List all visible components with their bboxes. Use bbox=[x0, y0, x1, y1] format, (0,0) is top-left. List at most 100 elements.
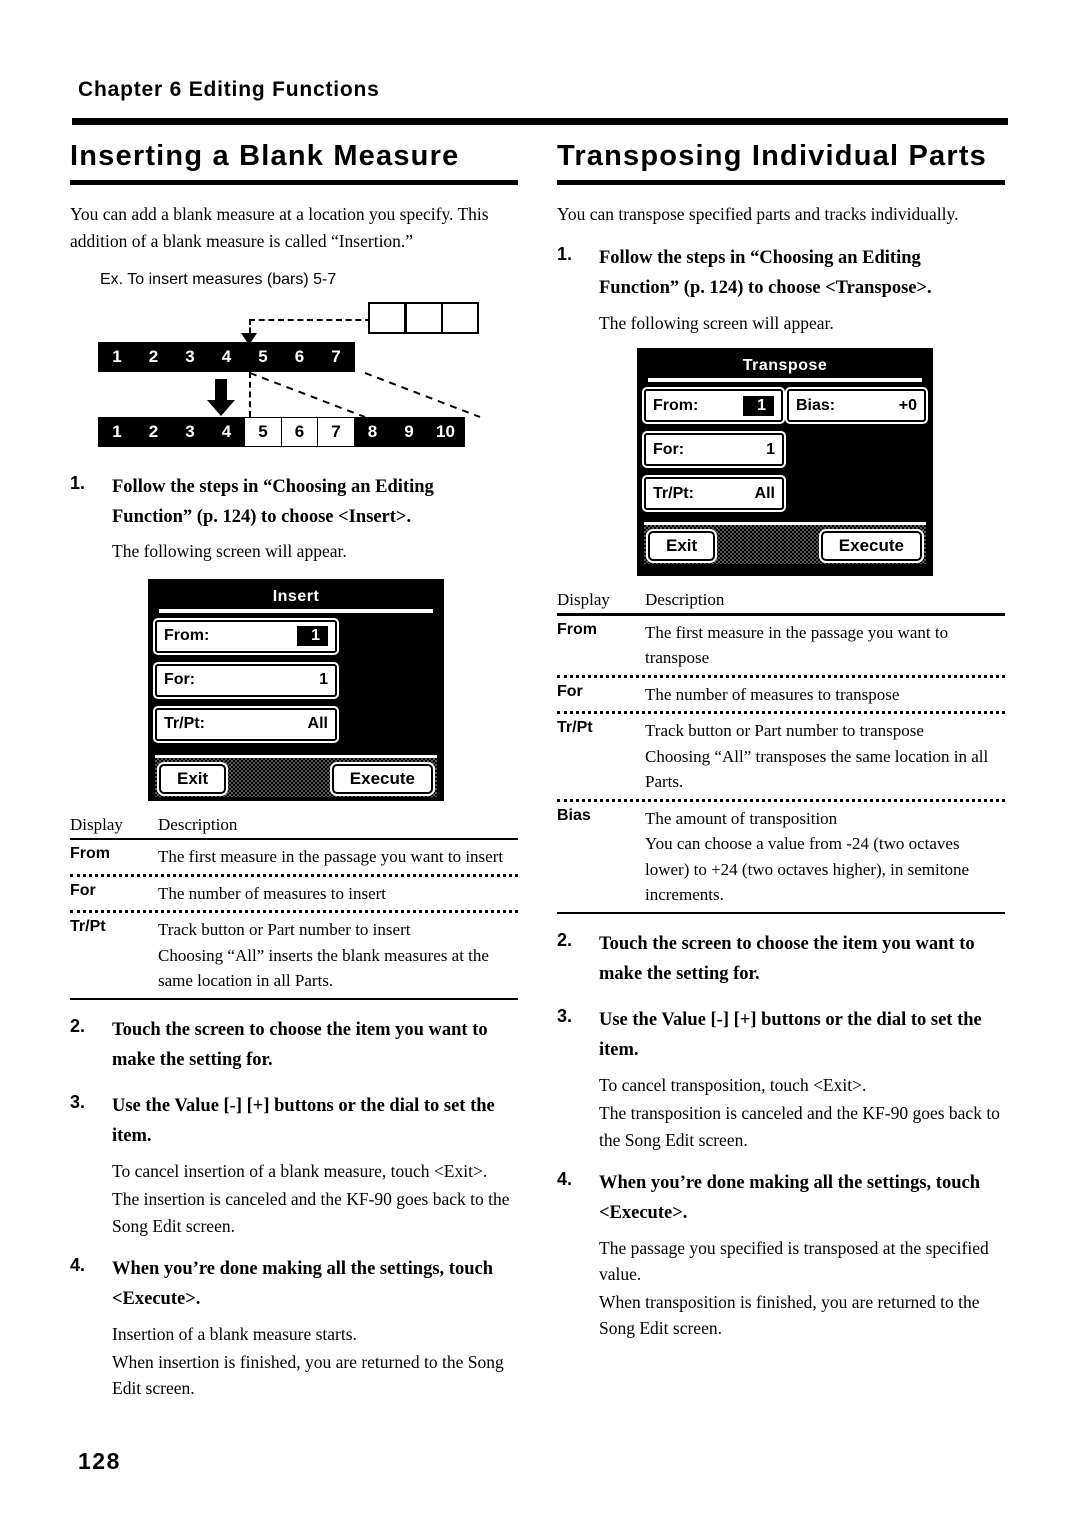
measure-cell: 10 bbox=[426, 416, 465, 447]
right-title-divider bbox=[557, 180, 1005, 186]
left-column: Inserting a Blank Measure You can add a … bbox=[70, 140, 518, 1402]
left-section-title: Inserting a Blank Measure bbox=[70, 140, 460, 172]
row-description: Track button or Part number to transpose… bbox=[645, 721, 989, 792]
inserted-blank-blocks bbox=[368, 301, 479, 334]
exit-button[interactable]: Exit bbox=[156, 761, 229, 796]
step-number: 3. bbox=[70, 1092, 86, 1113]
col-header-description: Description bbox=[645, 590, 725, 610]
step-text: Follow the steps in “Choosing an Editing… bbox=[599, 247, 932, 298]
row-display-label: For bbox=[70, 881, 96, 899]
measure-cell: 2 bbox=[134, 341, 173, 372]
table-row: Tr/Pt Track button or Part number to ins… bbox=[70, 913, 518, 998]
exit-button[interactable]: Exit bbox=[645, 529, 718, 564]
table-row: For The number of measures to insert bbox=[70, 877, 518, 911]
measure-cell: 8 bbox=[353, 416, 392, 447]
blank-block bbox=[404, 301, 443, 334]
execute-button[interactable]: Execute bbox=[818, 529, 925, 564]
row-display-label: Tr/Pt bbox=[557, 719, 593, 737]
row-display-label: From bbox=[70, 845, 110, 863]
lcd-title-underline bbox=[159, 608, 433, 613]
left-step-1: 1. Follow the steps in “Choosing an Edit… bbox=[70, 473, 518, 533]
right-intro-text: You can transpose specified parts and tr… bbox=[557, 204, 959, 225]
lcd-field-label: Tr/Pt: bbox=[653, 484, 694, 502]
row-description: The first measure in the passage you wan… bbox=[158, 847, 504, 867]
measure-cell: 2 bbox=[134, 416, 173, 447]
right-step-3-sub-1: To cancel transposition, touch <Exit>. bbox=[599, 1075, 867, 1095]
col-header-description: Description bbox=[158, 814, 238, 834]
table-bottom-rule bbox=[70, 997, 518, 1001]
row-description: The number of measures to transpose bbox=[645, 684, 900, 704]
lcd-field-value: 1 bbox=[766, 440, 775, 458]
right-step-1-sub: The following screen will appear. bbox=[599, 312, 834, 333]
table-bottom-rule bbox=[557, 911, 1005, 915]
lcd-field-value: All bbox=[754, 484, 775, 502]
measure-cell: 5 bbox=[244, 341, 282, 372]
measure-cell-inserted: 6 bbox=[280, 416, 319, 447]
blank-block bbox=[368, 301, 406, 334]
lcd-field-for[interactable]: For: 1 bbox=[642, 431, 786, 469]
lcd-field-trpt[interactable]: Tr/Pt: All bbox=[642, 475, 786, 513]
left-title-divider bbox=[70, 180, 518, 186]
left-step-4: 4. When you’re done making all the setti… bbox=[70, 1255, 518, 1315]
lcd-fields: From: 1 For: 1 Tr/Pt: All bbox=[153, 617, 437, 743]
measure-cell: 3 bbox=[171, 341, 209, 372]
right-description-table: Display Description From The first measu… bbox=[557, 590, 1005, 915]
lcd-footer-bar: Exit Execute bbox=[644, 522, 926, 565]
right-step-1: 1. Follow the steps in “Choosing an Edit… bbox=[557, 244, 1005, 304]
step-number: 1. bbox=[557, 243, 573, 264]
lcd-footer-bar: Exit Execute bbox=[155, 754, 437, 797]
lcd-field-value: 1 bbox=[319, 671, 328, 689]
measure-cell-inserted: 7 bbox=[317, 416, 355, 447]
step-number: 3. bbox=[557, 1006, 573, 1027]
example-caption: Ex. To insert measures (bars) 5-7 bbox=[100, 270, 337, 288]
lcd-field-from[interactable]: From: 1 bbox=[642, 387, 785, 425]
measure-cell: 6 bbox=[280, 341, 319, 372]
measure-cell: 1 bbox=[98, 341, 136, 372]
lcd-field-from[interactable]: From: 1 bbox=[153, 617, 339, 655]
right-step-4-sub-1: The passage you specified is transposed … bbox=[599, 1237, 989, 1284]
right-step-2: 2. Touch the screen to choose the item y… bbox=[557, 930, 1005, 990]
transpose-lcd-screen[interactable]: Transpose From: 1 Bias: +0 For: 1 Tr/Pt:… bbox=[637, 348, 933, 577]
right-step-3: 3. Use the Value [-] [+] buttons or the … bbox=[557, 1006, 1005, 1066]
lcd-field-trpt[interactable]: Tr/Pt: All bbox=[153, 705, 339, 743]
lcd-field-value: 1 bbox=[743, 395, 774, 416]
right-column: Transposing Individual Parts You can tra… bbox=[557, 140, 1005, 1342]
left-step-3-sub-1: To cancel insertion of a blank measure, … bbox=[112, 1161, 488, 1182]
step-text: Use the Value [-] [+] buttons or the dia… bbox=[112, 1096, 495, 1147]
row-description: The number of measures to insert bbox=[158, 883, 387, 903]
table-header-row: Display Description bbox=[70, 815, 518, 838]
step-text: When you’re done making all the settings… bbox=[112, 1258, 493, 1309]
right-section-title: Transposing Individual Parts bbox=[557, 140, 988, 172]
table-row: From The first measure in the passage yo… bbox=[70, 840, 518, 874]
row-description: The first measure in the passage you wan… bbox=[645, 622, 949, 668]
measure-cell: 7 bbox=[317, 341, 355, 372]
lcd-title-underline bbox=[648, 378, 922, 383]
step-number: 1. bbox=[70, 472, 86, 493]
row-display-label: From bbox=[557, 620, 597, 638]
lcd-field-label: Tr/Pt: bbox=[164, 715, 205, 733]
left-step-2: 2. Touch the screen to choose the item y… bbox=[70, 1016, 518, 1076]
insert-lcd-screen[interactable]: Insert From: 1 For: 1 Tr/Pt: All Exit Ex… bbox=[148, 578, 444, 801]
step-text: Touch the screen to choose the item you … bbox=[112, 1020, 488, 1071]
left-step-4-sub-2: When insertion is finished, you are retu… bbox=[112, 1352, 504, 1399]
insert-measure-diagram: 1 2 3 4 5 6 7 1 2 3 4 5 6 7 8 9 10 bbox=[70, 297, 518, 457]
lcd-field-label: Bias: bbox=[796, 396, 836, 414]
measure-cell: 1 bbox=[98, 416, 136, 447]
left-intro-text: You can add a blank measure at a locatio… bbox=[70, 204, 489, 251]
measures-after-row: 1 2 3 4 5 6 7 8 9 10 bbox=[98, 416, 465, 447]
right-step-3-sub-2: The transposition is canceled and the KF… bbox=[599, 1103, 1000, 1150]
lcd-field-label: For: bbox=[164, 671, 196, 689]
page-number: 128 bbox=[78, 1448, 121, 1474]
lcd-field-for[interactable]: For: 1 bbox=[153, 661, 339, 699]
lcd-field-bias[interactable]: Bias: +0 bbox=[785, 387, 928, 425]
row-display-label: Bias bbox=[557, 806, 591, 824]
step-number: 4. bbox=[557, 1168, 573, 1189]
lcd-fields: From: 1 Bias: +0 For: 1 Tr/Pt: All bbox=[642, 387, 928, 513]
col-header-display: Display bbox=[557, 590, 610, 610]
execute-button[interactable]: Execute bbox=[329, 761, 436, 796]
table-row: For The number of measures to transpose bbox=[557, 678, 1005, 712]
step-text: Touch the screen to choose the item you … bbox=[599, 934, 975, 985]
measure-cell: 4 bbox=[207, 341, 246, 372]
right-step-4-sub-2: When transposition is finished, you are … bbox=[599, 1292, 980, 1339]
step-text: Follow the steps in “Choosing an Editing… bbox=[112, 476, 434, 527]
